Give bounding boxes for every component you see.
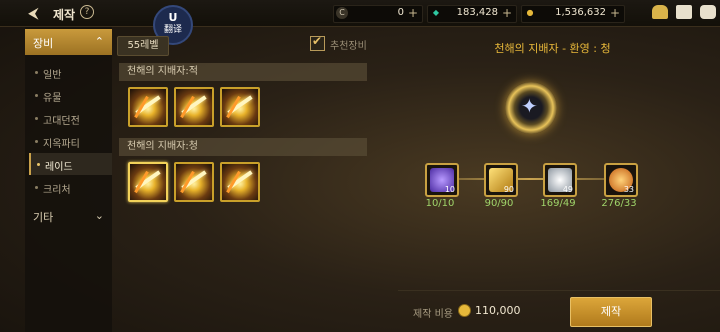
sidebar-item-label: 레이드 xyxy=(45,162,73,173)
currency-value: 0 xyxy=(397,7,404,18)
sidebar-item-ancient-dungeon[interactable]: 고대던전 xyxy=(29,107,110,129)
sidebar-item-creature[interactable]: 크리처 xyxy=(29,176,110,198)
item-group-blue: 천해의 지배자:청 xyxy=(119,138,367,208)
sidebar-item-label: 일반 xyxy=(43,70,62,81)
gold-coin-icon: ● xyxy=(526,8,534,17)
group-title: 천해의 지배자:적 xyxy=(119,63,367,81)
material-progress: 276/33 xyxy=(601,198,637,209)
currency-gem: ◆ 183,428 + xyxy=(427,5,517,23)
add-currency-button[interactable]: + xyxy=(610,6,620,20)
back-arrow-icon[interactable]: ⮜ xyxy=(28,4,39,22)
material-slot[interactable]: 49 xyxy=(543,163,577,197)
group-title: 천해의 지배자:청 xyxy=(119,138,367,156)
material-count: 10 xyxy=(444,185,455,194)
sidebar-item-label: 지옥파티 xyxy=(43,139,80,150)
page-title: 제작 xyxy=(53,8,76,22)
crafting-item-icon[interactable] xyxy=(505,82,557,134)
item-slot[interactable] xyxy=(220,87,260,127)
chat-icon[interactable] xyxy=(700,5,716,19)
gold-coin-icon xyxy=(458,304,471,317)
currency-value: 1,536,632 xyxy=(555,7,606,18)
item-slot-selected[interactable] xyxy=(128,162,168,202)
cost-value: 110,000 xyxy=(475,304,521,317)
chevron-up-icon: ⌃ xyxy=(94,35,104,48)
badge-text: 翻译 xyxy=(163,25,182,35)
recommended-label: 추천장비 xyxy=(330,41,367,52)
level-tab[interactable]: 55레벨 xyxy=(117,36,169,56)
mail-icon[interactable] xyxy=(676,5,692,19)
material-slot[interactable]: 90 xyxy=(484,163,518,197)
category-other[interactable]: 기타 ⌄ xyxy=(25,203,112,229)
sidebar-item-hell-party[interactable]: 지옥파티 xyxy=(29,130,110,152)
sidebar-item-normal[interactable]: 일반 xyxy=(29,61,110,83)
item-slot[interactable] xyxy=(220,162,260,202)
category-label: 기타 xyxy=(33,211,54,224)
gem-icon: ◆ xyxy=(432,8,440,17)
material-progress: 90/90 xyxy=(484,198,514,209)
top-bar: ⮜ 제작 ? C 0 + ◆ 183,428 + ● 1,536,632 + xyxy=(0,0,720,27)
c-coin-icon: C xyxy=(336,7,348,19)
footer-divider xyxy=(398,290,720,291)
material-slot[interactable]: 33 xyxy=(604,163,638,197)
add-currency-button[interactable]: + xyxy=(408,6,418,20)
shop-bag-icon[interactable] xyxy=(652,5,668,19)
help-icon[interactable]: ? xyxy=(80,5,94,19)
material-progress: 169/49 xyxy=(540,198,576,209)
category-label: 장비 xyxy=(33,37,54,50)
currency-c: C 0 + xyxy=(333,5,423,23)
material-count: 90 xyxy=(503,185,514,194)
material-slot[interactable]: 10 xyxy=(425,163,459,197)
sidebar-item-label: 고대던전 xyxy=(43,116,80,127)
make-button[interactable]: 제작 xyxy=(570,297,652,327)
category-equipment[interactable]: 장비 ⌃ xyxy=(25,29,112,55)
cost-label: 제작 비용 xyxy=(413,309,453,320)
item-slot[interactable] xyxy=(174,162,214,202)
sidebar-item-raid[interactable]: 레이드 xyxy=(29,153,112,175)
sidebar: 장비 ⌃ 일반 유물 고대던전 지옥파티 레이드 크리처 기타 ⌄ xyxy=(25,27,112,332)
item-group-red: 천해의 지배자:적 xyxy=(119,63,367,133)
material-count: 49 xyxy=(562,185,573,194)
sidebar-item-relic[interactable]: 유물 xyxy=(29,84,110,106)
crafting-item-title: 천해의 지배자 - 환영 : 청 xyxy=(494,42,611,55)
sidebar-item-label: 유물 xyxy=(43,93,62,104)
chevron-down-icon: ⌄ xyxy=(94,209,104,222)
recommended-checkbox[interactable] xyxy=(310,34,325,51)
material-count: 33 xyxy=(623,185,634,194)
currency-gold: ● 1,536,632 + xyxy=(521,5,625,23)
item-slot[interactable] xyxy=(128,87,168,127)
material-progress: 10/10 xyxy=(425,198,455,209)
badge-letter: U xyxy=(168,11,178,24)
sidebar-item-label: 크리처 xyxy=(43,185,71,196)
currency-value: 183,428 xyxy=(456,7,498,18)
add-currency-button[interactable]: + xyxy=(502,6,512,20)
item-slot[interactable] xyxy=(174,87,214,127)
material-connector-line xyxy=(437,178,622,180)
